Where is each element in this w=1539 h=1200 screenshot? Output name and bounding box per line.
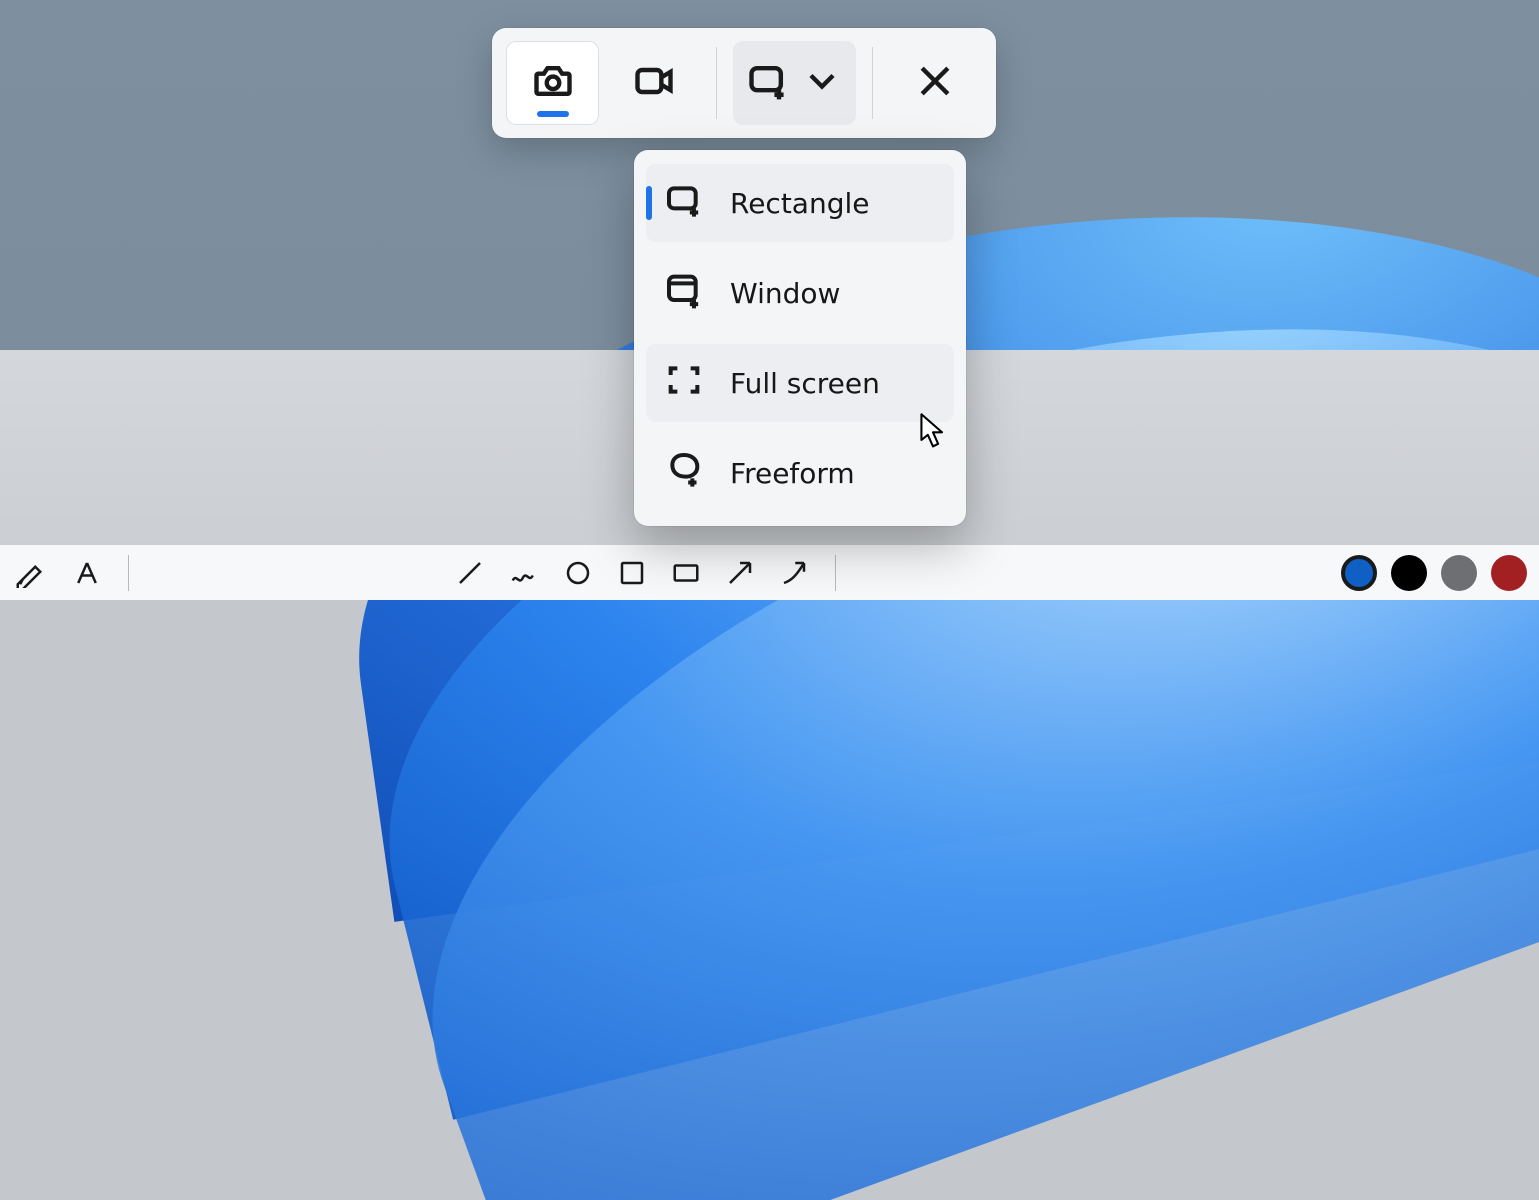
highlighter-tool[interactable] <box>4 548 54 598</box>
menu-item-label: Rectangle <box>730 187 869 220</box>
snip-mode-button[interactable] <box>506 41 599 125</box>
menu-item-full-screen[interactable]: Full screen <box>646 344 954 422</box>
shape-tools <box>445 548 819 598</box>
color-swatch-gray[interactable] <box>1441 555 1477 591</box>
menu-item-window[interactable]: Window <box>646 254 954 332</box>
circle-tool[interactable] <box>553 548 603 598</box>
color-swatch-red[interactable] <box>1491 555 1527 591</box>
menu-item-freeform[interactable]: Freeform <box>646 434 954 512</box>
shape-mode-menu: Rectangle Window Full screen Freeform <box>634 150 966 526</box>
close-button[interactable] <box>889 41 982 125</box>
window-plus-icon <box>664 270 704 317</box>
menu-item-label: Window <box>730 277 840 310</box>
color-palette <box>1341 555 1535 591</box>
freeform-plus-icon <box>664 450 704 497</box>
menu-item-label: Full screen <box>730 367 880 400</box>
chevron-down-icon <box>800 59 844 107</box>
full-screen-icon <box>664 360 704 407</box>
video-icon <box>632 59 676 107</box>
toolbar-separator <box>128 555 129 591</box>
rectangle-plus-icon <box>746 59 790 107</box>
editor-toolbar <box>0 545 1539 600</box>
square-tool[interactable] <box>607 548 657 598</box>
toolbar-separator <box>716 47 717 119</box>
camera-icon <box>531 59 575 107</box>
line-tool[interactable] <box>445 548 495 598</box>
snipping-toolbar <box>492 28 996 138</box>
record-mode-button[interactable] <box>607 41 700 125</box>
color-swatch-black[interactable] <box>1391 555 1427 591</box>
text-tool[interactable] <box>62 548 112 598</box>
shape-mode-dropdown[interactable] <box>733 41 855 125</box>
rect-tool[interactable] <box>661 548 711 598</box>
toolbar-separator <box>872 47 873 119</box>
arrow-tool[interactable] <box>715 548 765 598</box>
menu-item-rectangle[interactable]: Rectangle <box>646 164 954 242</box>
rectangle-plus-icon <box>664 180 704 227</box>
callout-arrow-tool[interactable] <box>769 548 819 598</box>
color-active[interactable] <box>1341 555 1377 591</box>
close-icon <box>913 59 957 107</box>
freehand-tool[interactable] <box>499 548 549 598</box>
toolbar-separator <box>835 555 836 591</box>
menu-item-label: Freeform <box>730 457 855 490</box>
